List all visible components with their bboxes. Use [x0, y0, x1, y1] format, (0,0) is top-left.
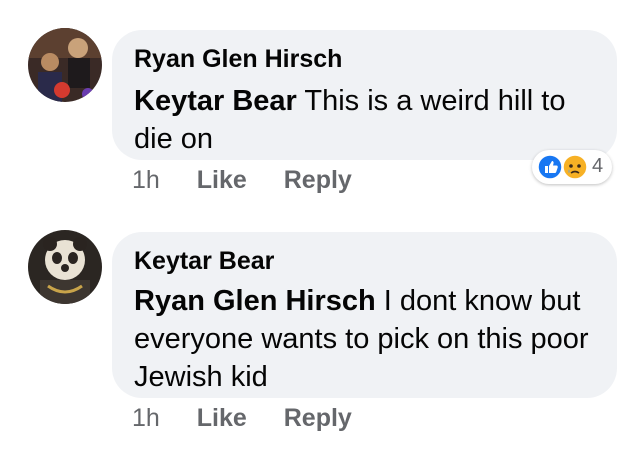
avatar-keytar-bear[interactable] — [28, 230, 102, 304]
like-icon — [537, 154, 563, 180]
reaction-count: 4 — [592, 155, 604, 177]
comment-author[interactable]: Ryan Glen Hirsch — [134, 44, 593, 74]
avatar-ryan[interactable] — [28, 28, 102, 102]
comment-time[interactable]: 1h — [132, 404, 160, 433]
comment-text: Ryan Glen Hirsch I dont know but everyon… — [134, 282, 593, 396]
mention-link[interactable]: Ryan Glen Hirsch — [134, 285, 376, 317]
reply-button[interactable]: Reply — [284, 166, 352, 195]
comment-author[interactable]: Keytar Bear — [134, 246, 593, 276]
sad-icon — [562, 154, 588, 180]
reply-button[interactable]: Reply — [284, 404, 352, 433]
reactions-summary[interactable]: 4 — [532, 150, 612, 184]
comment-actions: 1h Like Reply — [132, 166, 382, 195]
mention-link[interactable]: Keytar Bear — [134, 85, 297, 117]
like-button[interactable]: Like — [197, 166, 247, 195]
comment-actions: 1h Like Reply — [132, 404, 382, 433]
comment-bubble: Keytar Bear Ryan Glen Hirsch I dont know… — [112, 232, 617, 398]
comment-bubble: Ryan Glen Hirsch Keytar Bear This is a w… — [112, 30, 617, 160]
comment-text: Keytar Bear This is a weird hill to die … — [134, 82, 593, 158]
comment-time[interactable]: 1h — [132, 166, 160, 195]
like-button[interactable]: Like — [197, 404, 247, 433]
